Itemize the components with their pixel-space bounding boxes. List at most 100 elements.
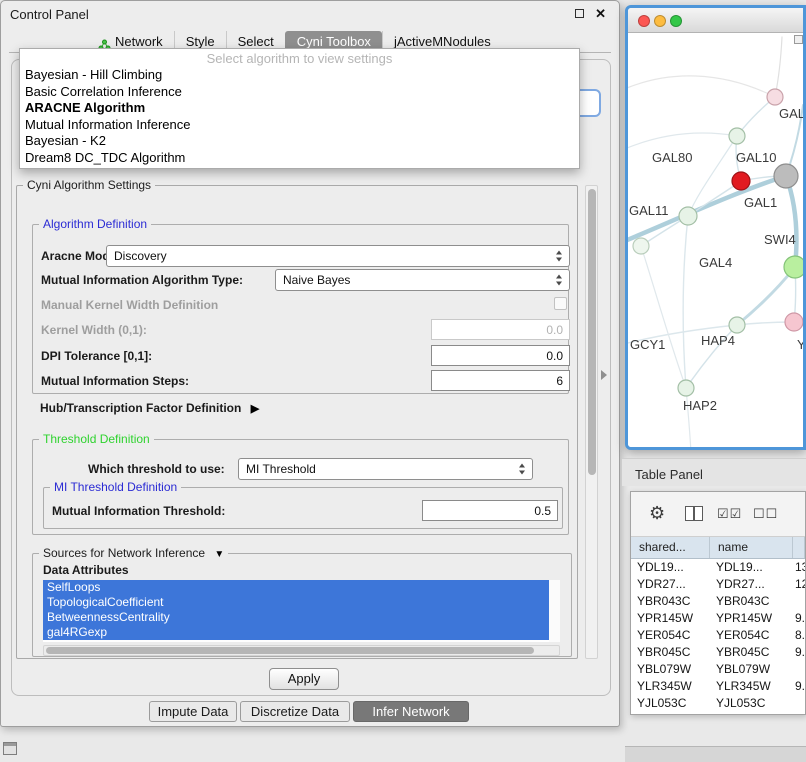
algorithm-definition-group: Algorithm Definition Aracne Mode: Discov… <box>32 224 569 394</box>
expand-right-icon[interactable]: ▶ <box>251 403 259 415</box>
select-all-checkboxes-icon[interactable]: ☑☑ <box>717 506 742 522</box>
scrollbar-thumb[interactable] <box>46 647 534 654</box>
network-edge[interactable] <box>686 388 691 447</box>
kernel-width-value: 0.0 <box>546 323 563 337</box>
group-title: Sources for Network Inference ▼ <box>39 546 228 562</box>
bottom-dock-strip <box>625 746 806 762</box>
manual-kernel-label: Manual Kernel Width Definition <box>41 298 218 312</box>
column-header-name[interactable]: name <box>710 537 793 558</box>
tab-impute-data[interactable]: Impute Data <box>149 701 237 722</box>
panel-splitter-arrow-icon[interactable] <box>601 370 607 380</box>
table-cell: 12 <box>793 576 805 593</box>
deselect-all-checkboxes-icon[interactable]: ☐☐ <box>753 506 778 522</box>
table-row[interactable]: YBR043CYBR043C <box>631 593 805 610</box>
kernel-width-label: Kernel Width (0,1): <box>41 323 147 337</box>
table-row[interactable]: YDR27...YDR27...12 <box>631 576 805 593</box>
network-node[interactable] <box>729 317 745 333</box>
table-cell: 8. <box>793 627 805 644</box>
table-cell: YBR045C <box>710 644 793 661</box>
network-edge[interactable] <box>641 246 686 388</box>
attribute-item-selected[interactable]: gal4RGexp <box>43 625 549 640</box>
attribute-item-selected[interactable]: SelfLoops <box>43 580 549 595</box>
network-edge[interactable] <box>683 216 688 388</box>
columns-icon[interactable] <box>685 506 703 521</box>
table-row[interactable]: YER054CYER054C8. <box>631 627 805 644</box>
close-button[interactable] <box>638 15 650 27</box>
sources-group: Sources for Network Inference ▼ Data Att… <box>32 553 572 657</box>
apply-button[interactable]: Apply <box>269 668 339 690</box>
mi-type-value: Naive Bayes <box>283 273 350 287</box>
mi-type-select[interactable]: Naive Bayes <box>275 269 570 291</box>
threshold-definition-group: Threshold Definition Which threshold to … <box>32 439 569 535</box>
network-canvas[interactable]: GALGAL80GAL10GAL11GAL1SWI4GAL4GCY1HAP4YH… <box>628 33 803 447</box>
column-header-shared-name[interactable]: shared... <box>631 537 710 558</box>
table-cell: YBL079W <box>710 661 793 678</box>
dropdown-item[interactable]: Bayesian - Hill Climbing <box>20 67 579 84</box>
network-node[interactable] <box>784 256 803 278</box>
data-attributes-list[interactable]: SelfLoops TopologicalCoefficient Between… <box>43 580 560 642</box>
control-panel-titlebar[interactable]: Control Panel ✕ <box>1 1 619 27</box>
dpi-tolerance-field[interactable]: 0.0 <box>431 345 570 366</box>
collapse-down-icon[interactable]: ▼ <box>214 549 224 560</box>
network-node[interactable] <box>774 164 798 188</box>
minimize-button[interactable] <box>654 15 666 27</box>
network-node[interactable] <box>785 313 803 331</box>
network-edge[interactable] <box>775 37 782 97</box>
float-window-icon[interactable] <box>575 9 584 18</box>
close-icon[interactable]: ✕ <box>595 6 606 22</box>
aracne-mode-select[interactable]: Discovery <box>106 245 570 267</box>
table-row[interactable]: YDL19...YDL19...13 <box>631 559 805 576</box>
dropdown-item[interactable]: Bayesian - K2 <box>20 133 579 150</box>
table-panel-titlebar[interactable]: Table Panel <box>622 458 806 486</box>
network-node[interactable] <box>633 238 649 254</box>
control-panel-window: Control Panel ✕ Network Style Select C <box>0 0 620 727</box>
network-node[interactable] <box>729 128 745 144</box>
table-row[interactable]: YPR145WYPR145W9. <box>631 610 805 627</box>
zoom-button[interactable] <box>670 15 682 27</box>
table-cell: YDR27... <box>710 576 793 593</box>
mi-threshold-field[interactable]: 0.5 <box>422 500 558 521</box>
table-body: YDL19...YDL19...13YDR27...YDR27...12YBR0… <box>631 559 805 714</box>
combo-arrows-icon <box>519 464 526 475</box>
list-vertical-scrollbar[interactable] <box>549 580 560 642</box>
table-row[interactable]: YLR345WYLR345W9. <box>631 678 805 695</box>
network-edge[interactable] <box>628 76 775 97</box>
table-cell: YBR043C <box>631 593 710 610</box>
network-node[interactable] <box>732 172 750 190</box>
gear-icon[interactable]: ⚙ <box>649 503 665 523</box>
scrollbar-thumb[interactable] <box>588 189 596 475</box>
restore-panel-icon[interactable] <box>3 742 17 755</box>
list-horizontal-scrollbar[interactable] <box>43 645 560 656</box>
hub-transcription-section[interactable]: Hub/Transcription Factor Definition ▶ <box>40 401 259 415</box>
dpi-tolerance-label: DPI Tolerance [0,1]: <box>41 349 152 363</box>
dpi-tolerance-value: 0.0 <box>546 349 563 363</box>
canvas-scroll-corner[interactable] <box>794 35 803 44</box>
network-node[interactable] <box>679 207 697 225</box>
column-header-partial[interactable] <box>793 537 805 558</box>
attribute-item-selected[interactable]: TopologicalCoefficient <box>43 595 549 610</box>
network-node[interactable] <box>767 89 783 105</box>
network-node[interactable] <box>678 380 694 396</box>
table-row[interactable]: YBL079WYBL079W <box>631 661 805 678</box>
kernel-width-field[interactable]: 0.0 <box>431 319 570 340</box>
tab-discretize-data[interactable]: Discretize Data <box>240 701 350 722</box>
hub-transcription-label: Hub/Transcription Factor Definition <box>40 401 241 415</box>
network-tab-icon <box>98 36 111 48</box>
table-row[interactable]: YBR045CYBR045C9. <box>631 644 805 661</box>
attribute-item-selected[interactable]: BetweennessCentrality <box>43 610 549 625</box>
tab-infer-network[interactable]: Infer Network <box>353 701 469 722</box>
settings-vertical-scrollbar[interactable] <box>585 185 598 659</box>
mi-steps-field[interactable]: 6 <box>431 370 570 391</box>
dropdown-item[interactable]: Mutual Information Inference <box>20 117 579 134</box>
mi-threshold-label: Mutual Information Threshold: <box>52 504 225 518</box>
manual-kernel-checkbox[interactable] <box>554 297 567 310</box>
dropdown-item[interactable]: Basic Correlation Inference <box>20 84 579 101</box>
table-row[interactable]: YJL053CYJL053C <box>631 695 805 712</box>
network-edge[interactable] <box>786 176 796 267</box>
dropdown-item[interactable]: Dream8 DC_TDC Algorithm <box>20 150 579 167</box>
dropdown-item-selected[interactable]: ARACNE Algorithm <box>20 100 579 117</box>
network-window-titlebar[interactable] <box>628 8 803 33</box>
which-threshold-select[interactable]: MI Threshold <box>238 458 533 480</box>
network-edge[interactable] <box>628 133 737 151</box>
node-label: GAL <box>779 106 803 121</box>
